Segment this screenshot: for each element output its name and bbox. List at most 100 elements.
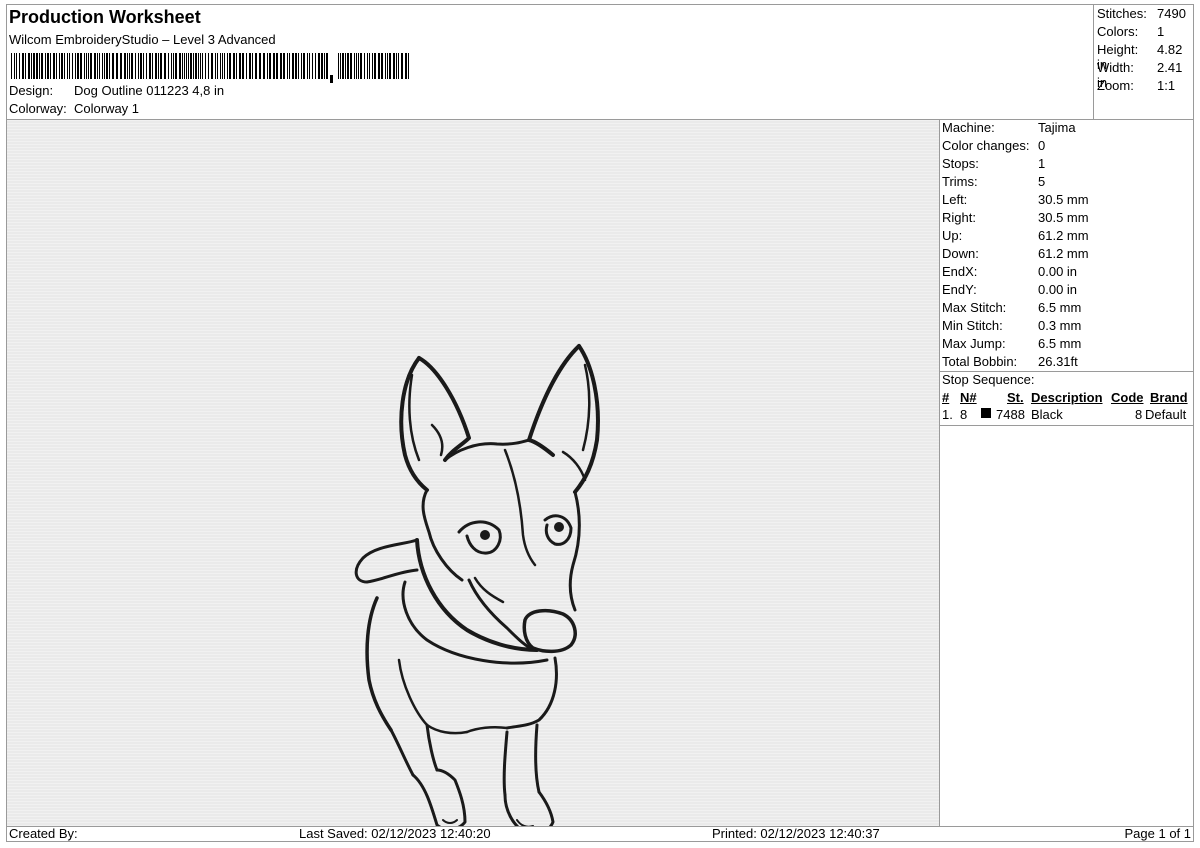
colorway-row: Colorway: Colorway 1	[9, 101, 139, 116]
info-value: 0.3 mm	[1038, 318, 1082, 333]
stat-value: 1:1	[1157, 78, 1176, 93]
info-value: 0.00 in	[1038, 282, 1078, 297]
chest-center	[465, 725, 509, 734]
info-value: 6.5 mm	[1038, 336, 1082, 351]
software-name: Wilcom EmbroideryStudio – Level 3 Advanc…	[9, 32, 276, 47]
right-pupil	[554, 522, 564, 532]
stat-label: Zoom:	[1097, 78, 1134, 93]
right-paw	[503, 790, 555, 836]
col-header-stitches: St.	[1007, 390, 1024, 405]
scarf-knot	[354, 538, 419, 584]
info-label: EndX:	[942, 264, 978, 279]
info-value: 1	[1038, 156, 1046, 171]
info-value: 30.5 mm	[1038, 192, 1089, 207]
stat-colors: Colors: 1	[1097, 24, 1164, 39]
stop-row-description: Black	[1031, 407, 1063, 422]
info-row-max-stitch: Max Stitch: 6.5 mm	[942, 300, 1081, 315]
info-value: 61.2 mm	[1038, 246, 1089, 261]
info-label: Up:	[942, 228, 963, 243]
col-header-code: Code	[1111, 390, 1144, 405]
col-header-brand: Brand	[1150, 390, 1188, 405]
info-row-down: Down: 61.2 mm	[942, 246, 1089, 261]
stop-row-divider	[940, 425, 1194, 426]
right-leg-outer	[534, 723, 541, 794]
left-leg-outer	[389, 728, 415, 777]
info-row-stops: Stops: 1	[942, 156, 1045, 171]
col-header-description: Description	[1031, 390, 1103, 405]
info-label: EndY:	[942, 282, 977, 297]
col-header-num: #	[942, 390, 950, 405]
colorway-value: Colorway 1	[74, 101, 140, 116]
barcode	[11, 53, 409, 83]
col-header-needle: N#	[960, 390, 977, 405]
info-row-up: Up: 61.2 mm	[942, 228, 1089, 243]
info-row-machine: Machine: Tajima	[942, 120, 1076, 135]
left-pupil	[480, 530, 490, 540]
stop-row-brand: Default	[1145, 407, 1187, 422]
info-row-right: Right: 30.5 mm	[942, 210, 1089, 225]
info-label: Machine:	[942, 120, 995, 135]
stop-row-stitches: 7488	[996, 407, 1025, 422]
right-ear-top	[527, 344, 581, 457]
info-row-max-jump: Max Jump: 6.5 mm	[942, 336, 1081, 351]
head-left	[421, 488, 464, 582]
info-label: Left:	[942, 192, 968, 207]
info-label: Stops:	[942, 156, 979, 171]
worksheet-title: Production Worksheet	[9, 7, 201, 27]
info-row-color-changes: Color changes: 0	[942, 138, 1045, 153]
info-value: 30.5 mm	[1038, 210, 1089, 225]
info-value: 6.5 mm	[1038, 300, 1082, 315]
stat-label: Height:	[1097, 42, 1139, 57]
info-value: 0	[1038, 138, 1046, 153]
info-row-trims: Trims: 5	[942, 174, 1045, 189]
color-swatch	[981, 408, 991, 418]
stat-label: Colors:	[1097, 24, 1139, 39]
stop-row-needle: 8	[960, 407, 968, 422]
machine-info-panel: Machine: Tajima Color changes: 0 Stops: 1 T…	[940, 120, 1194, 826]
created-by: Created By:	[9, 826, 78, 841]
chest-line	[397, 658, 469, 735]
info-label: Max Stitch:	[942, 300, 1007, 315]
stat-value: 7490	[1157, 6, 1186, 21]
design-row: Design: Dog Outline 011223 4,8 in	[9, 83, 224, 98]
last-saved: Last Saved: 02/12/2023 12:40:20	[299, 826, 491, 841]
stat-zoom: Zoom: 1:1	[1097, 78, 1175, 93]
stats-panel: Stitches: 7490 Colors: 1 Height: 4.82 in Wi…	[1093, 4, 1195, 119]
info-row-endx: EndX: 0.00 in	[942, 264, 1077, 279]
forehead-line	[503, 448, 537, 567]
right-leg-inner	[502, 730, 509, 797]
info-label: Min Stitch:	[942, 318, 1003, 333]
stat-label: Stitches:	[1097, 6, 1147, 21]
printed-date: Printed: 02/12/2023 12:40:37	[712, 826, 880, 841]
info-row-left: Left: 30.5 mm	[942, 192, 1089, 207]
stat-stitches: Stitches: 7490	[1097, 6, 1186, 21]
info-row-total-bobbin: Total Bobbin: 26.31ft	[942, 354, 1078, 369]
info-label: Down:	[942, 246, 979, 261]
left-ear	[399, 356, 429, 492]
left-leg-inner	[425, 723, 439, 772]
left-ear-top	[417, 356, 471, 462]
design-label: Design:	[9, 83, 54, 98]
info-value: 5	[1038, 174, 1046, 189]
left-ear-inner	[408, 373, 444, 462]
stop-row-code: 8	[1135, 407, 1143, 422]
left-paw	[411, 768, 467, 831]
info-label: Trims:	[942, 174, 978, 189]
stat-value: 1	[1157, 24, 1165, 39]
info-label: Right:	[942, 210, 976, 225]
colorway-label: Colorway:	[9, 101, 67, 116]
stat-label: Width:	[1097, 60, 1134, 75]
page-number: Page 1 of 1	[1124, 826, 1192, 841]
nose	[522, 608, 577, 654]
info-row-min-stitch: Min Stitch: 0.3 mm	[942, 318, 1081, 333]
info-value: 61.2 mm	[1038, 228, 1089, 243]
stop-sequence-title: Stop Sequence:	[942, 372, 1035, 387]
worksheet-header: Production Worksheet Wilcom EmbroiderySt…	[6, 4, 1093, 119]
dog-outline-embroidery-icon	[354, 344, 600, 836]
info-label: Max Jump:	[942, 336, 1006, 351]
left-eye	[457, 520, 502, 555]
info-label: Total Bobbin:	[942, 354, 1018, 369]
info-label: Color changes:	[942, 138, 1030, 153]
stop-row-num: 1.	[942, 407, 953, 422]
body-left	[365, 596, 393, 732]
